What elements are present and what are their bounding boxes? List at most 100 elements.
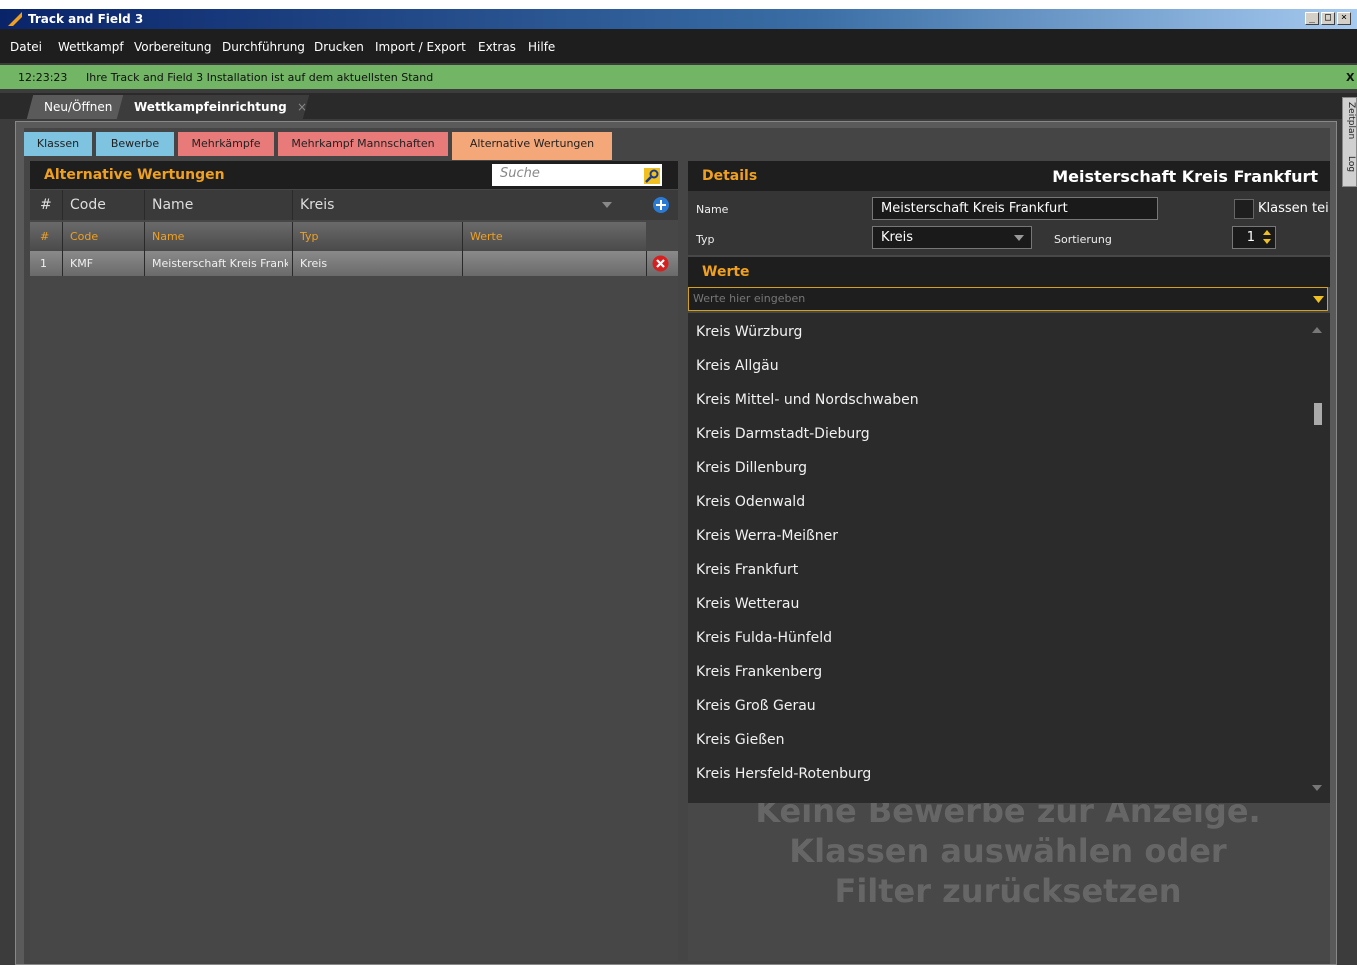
column-divider bbox=[292, 251, 293, 276]
list-item[interactable]: Kreis Fulda-Hünfeld bbox=[696, 630, 832, 646]
filter-name[interactable]: Name bbox=[152, 197, 193, 213]
content-inner: Klassen Bewerbe Mehrkämpfe Mehrkampf Man… bbox=[24, 128, 1330, 964]
title-bar: Track and Field 3 _ □ × bbox=[0, 9, 1357, 29]
column-divider bbox=[62, 190, 63, 220]
werte-dropdown-list[interactable]: Kreis Würzburg Kreis Allgäu Kreis Mittel… bbox=[688, 313, 1330, 803]
menu-hilfe[interactable]: Hilfe bbox=[528, 40, 555, 54]
maximize-button[interactable]: □ bbox=[1321, 12, 1335, 25]
empty-state-message: Keine Bewerbe zur Anzeige. Klassen auswä… bbox=[728, 791, 1288, 911]
list-item[interactable]: Kreis Mittel- und Nordschwaben bbox=[696, 392, 919, 408]
details-title: Details bbox=[702, 168, 758, 184]
column-divider bbox=[144, 222, 145, 251]
stepper-arrows-icon[interactable] bbox=[1262, 229, 1272, 245]
add-icon[interactable] bbox=[652, 196, 670, 214]
column-divider bbox=[144, 190, 145, 220]
menu-datei[interactable]: Datei bbox=[10, 40, 42, 54]
subtab-mehrkaempfe[interactable]: Mehrkämpfe bbox=[178, 132, 274, 156]
header-name[interactable]: Name bbox=[152, 230, 184, 243]
werte-input-placeholder: Werte hier eingeben bbox=[693, 292, 806, 305]
werte-input[interactable]: Werte hier eingeben bbox=[688, 287, 1328, 311]
type-label: Typ bbox=[696, 233, 715, 246]
scroll-up-icon[interactable] bbox=[1312, 327, 1322, 333]
menu-bar: Datei Wettkampf Vorbereitung Durchführun… bbox=[0, 29, 1357, 63]
column-divider bbox=[646, 251, 647, 276]
close-button[interactable]: × bbox=[1337, 12, 1351, 25]
delete-icon[interactable] bbox=[652, 255, 669, 272]
menu-import-export[interactable]: Import / Export bbox=[375, 40, 466, 54]
column-divider bbox=[292, 190, 293, 220]
list-item[interactable]: Kreis Allgäu bbox=[696, 358, 779, 374]
table-row[interactable]: 1 KMF Meisterschaft Kreis Frankfurt Krei… bbox=[30, 251, 678, 276]
werte-title: Werte bbox=[702, 264, 750, 280]
minimize-button[interactable]: _ bbox=[1305, 12, 1319, 25]
list-item[interactable]: Kreis Frankfurt bbox=[696, 562, 798, 578]
alternative-wertungen-panel: Alternative Wertungen Suche # Code Name … bbox=[30, 161, 678, 961]
chevron-down-icon[interactable] bbox=[1014, 235, 1024, 241]
subtab-bewerbe[interactable]: Bewerbe bbox=[96, 132, 174, 156]
column-divider bbox=[462, 251, 463, 276]
window-title: Track and Field 3 bbox=[28, 12, 144, 26]
header-num[interactable]: # bbox=[40, 230, 49, 243]
list-item[interactable]: Kreis Frankenberg bbox=[696, 664, 822, 680]
details-header: Details Meisterschaft Kreis Frankfurt bbox=[688, 161, 1330, 191]
header-code[interactable]: Code bbox=[70, 230, 98, 243]
cell-code: KMF bbox=[70, 257, 94, 270]
filter-type-select[interactable]: Kreis bbox=[300, 197, 334, 213]
list-item[interactable]: Kreis Dillenburg bbox=[696, 460, 807, 476]
klassen-checkbox[interactable] bbox=[1234, 199, 1254, 219]
info-time: 12:23:23 bbox=[18, 71, 68, 84]
tab-wettkampfeinrichtung[interactable]: Wettkampfeinrichtung × bbox=[116, 95, 310, 119]
info-close-button[interactable]: X bbox=[1346, 71, 1354, 84]
header-values[interactable]: Werte bbox=[470, 230, 503, 243]
tab-close-icon[interactable]: × bbox=[297, 100, 307, 114]
column-divider bbox=[62, 222, 63, 251]
content-area: Klassen Bewerbe Mehrkämpfe Mehrkampf Man… bbox=[15, 121, 1337, 965]
cell-num: 1 bbox=[40, 257, 47, 270]
werte-header: Werte bbox=[688, 257, 1330, 287]
cell-name: Meisterschaft Kreis Frankfurt bbox=[152, 257, 288, 270]
list-item[interactable]: Kreis Hersfeld-Rotenburg bbox=[696, 766, 871, 782]
chevron-down-icon[interactable] bbox=[602, 202, 612, 208]
subtab-klassen[interactable]: Klassen bbox=[24, 132, 92, 156]
tab-neu-oeffnen[interactable]: Neu/Öffnen bbox=[26, 95, 130, 119]
side-tab-bar: Zeitplan Log bbox=[1342, 97, 1357, 187]
list-item[interactable]: Kreis Würzburg bbox=[696, 324, 802, 340]
search-icon[interactable] bbox=[644, 168, 660, 184]
column-divider bbox=[462, 222, 463, 251]
subtab-alternative-wertungen[interactable]: Alternative Wertungen bbox=[452, 132, 612, 160]
subtab-mehrkampf-mannschaften[interactable]: Mehrkampf Mannschaften bbox=[278, 132, 448, 156]
filter-code[interactable]: Code bbox=[70, 197, 106, 213]
list-item[interactable]: Kreis Darmstadt-Dieburg bbox=[696, 426, 870, 442]
scrollbar-thumb[interactable] bbox=[1314, 403, 1322, 425]
list-item[interactable]: Kreis Werra-Meißner bbox=[696, 528, 838, 544]
menu-vorbereitung[interactable]: Vorbereitung bbox=[134, 40, 211, 54]
list-item[interactable]: Kreis Gießen bbox=[696, 732, 785, 748]
menu-drucken[interactable]: Drucken bbox=[314, 40, 364, 54]
menu-durchfuehrung[interactable]: Durchführung bbox=[222, 40, 305, 54]
scroll-down-icon[interactable] bbox=[1312, 785, 1322, 791]
type-select[interactable]: Kreis bbox=[872, 226, 1032, 249]
cell-type: Kreis bbox=[300, 257, 328, 270]
details-heading: Meisterschaft Kreis Frankfurt bbox=[1052, 167, 1318, 186]
chevron-down-icon[interactable] bbox=[1313, 296, 1324, 303]
list-item[interactable]: Kreis Wetterau bbox=[696, 596, 799, 612]
filter-num: # bbox=[40, 197, 52, 213]
tab-label: Neu/Öffnen bbox=[44, 100, 113, 114]
tab-label: Wettkampfeinrichtung bbox=[134, 100, 287, 114]
list-item[interactable]: Kreis Groß Gerau bbox=[696, 698, 816, 714]
panel-title: Alternative Wertungen bbox=[44, 167, 225, 183]
header-type[interactable]: Typ bbox=[300, 230, 319, 243]
klassen-checkbox-label: Klassen tei bbox=[1258, 201, 1329, 216]
details-form: Name Meisterschaft Kreis Frankfurt Klass… bbox=[688, 191, 1330, 255]
search-input[interactable]: Suche bbox=[492, 164, 662, 186]
main-tab-bar: Neu/Öffnen Wettkampfeinrichtung × bbox=[0, 93, 1357, 119]
side-tab-zeitplan[interactable]: Zeitplan bbox=[1343, 102, 1356, 139]
menu-extras[interactable]: Extras bbox=[478, 40, 516, 54]
app-window: Track and Field 3 _ □ × Datei Wettkampf … bbox=[0, 9, 1357, 965]
panel-header: Alternative Wertungen Suche bbox=[30, 161, 678, 189]
side-tab-log[interactable]: Log bbox=[1343, 156, 1356, 172]
name-field[interactable]: Meisterschaft Kreis Frankfurt bbox=[872, 197, 1158, 220]
list-item[interactable]: Kreis Odenwald bbox=[696, 494, 805, 510]
empty-line-2: Klassen auswählen oder bbox=[789, 832, 1227, 870]
menu-wettkampf[interactable]: Wettkampf bbox=[58, 40, 124, 54]
